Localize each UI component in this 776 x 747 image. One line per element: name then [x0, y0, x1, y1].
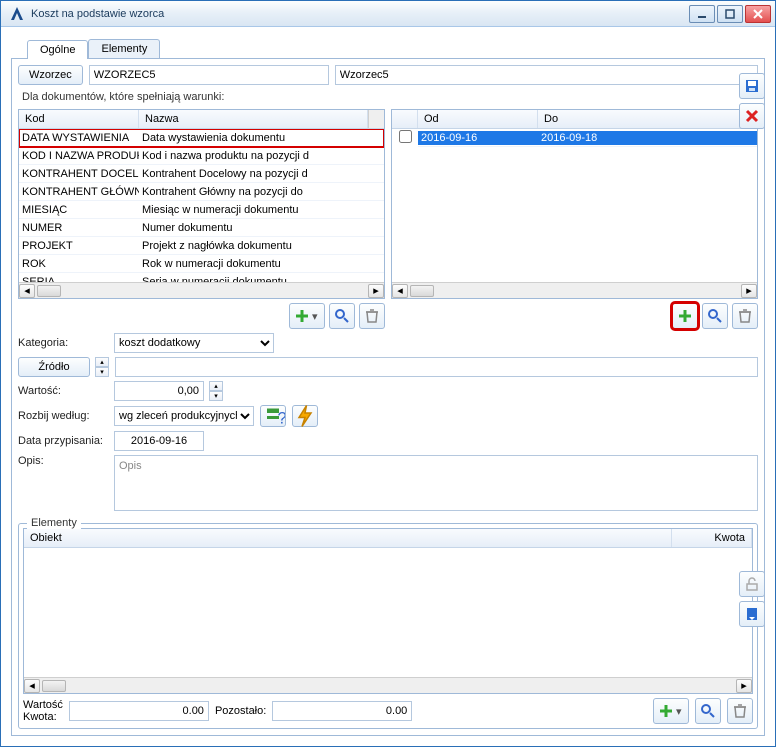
elements-title: Elementy [27, 517, 81, 529]
left-add-button[interactable]: ▾ [289, 303, 325, 329]
tab-pane: Wzorzec Dla dokumentów, które spełniają … [11, 59, 765, 736]
table-row[interactable]: ROKRok w numeracji dokumentu [19, 255, 384, 273]
zrodlo-up[interactable]: ▴ [95, 357, 109, 367]
data-przyp-label: Data przypisania: [18, 435, 108, 447]
kategoria-label: Kategoria: [18, 337, 108, 349]
table-row[interactable]: SERIASeria w numeracji dokumentu [19, 273, 384, 282]
table-row[interactable]: KONTRAHENT GŁÓWNYKontrahent Główny na po… [19, 183, 384, 201]
table-row[interactable]: NUMERNumer dokumentu [19, 219, 384, 237]
wzorzec-code-input[interactable] [89, 65, 329, 85]
footer-pozostalo-input[interactable] [272, 701, 412, 721]
left-col-nazwa[interactable]: Nazwa [139, 110, 368, 128]
right-hscroll[interactable]: ◂▸ [392, 282, 757, 298]
footer-kwota-label: Kwota: [23, 711, 63, 723]
zrodlo-input[interactable] [115, 357, 758, 377]
left-col-kod[interactable]: Kod [19, 110, 139, 128]
opis-label: Opis: [18, 455, 108, 467]
kategoria-combo[interactable]: koszt dodatkowy [114, 333, 274, 353]
left-search-button[interactable] [329, 303, 355, 329]
svg-text:?: ? [278, 410, 286, 428]
wartosc-up[interactable]: ▴ [209, 381, 223, 391]
wartosc-down[interactable]: ▾ [209, 391, 223, 401]
right-delete-button[interactable] [732, 303, 758, 329]
table-row[interactable]: MIESIĄCMiesiąc w numeracji dokumentu [19, 201, 384, 219]
side-save-button[interactable] [739, 73, 765, 99]
right-grid-header: Od Do [392, 110, 757, 129]
right-grid-body[interactable]: 2016-09-162016-09-18 [392, 129, 757, 282]
doc-filter-label: Dla dokumentów, które spełniają warunki: [22, 91, 758, 103]
table-row[interactable]: KONTRAHENT DOCELOWKontrahent Docelowy na… [19, 165, 384, 183]
table-row[interactable]: KOD I NAZWA PRODUKTKod i nazwa produktu … [19, 147, 384, 165]
titlebar: Koszt na podstawie wzorca [1, 1, 775, 27]
app-icon [9, 6, 25, 22]
wartosc-input[interactable] [114, 381, 204, 401]
table-row[interactable]: PROJEKTProjekt z nagłówka dokumentu [19, 237, 384, 255]
zrodlo-button[interactable]: Źródło [18, 357, 90, 377]
wzorzec-name-input[interactable] [335, 65, 758, 85]
rozbij-help-button[interactable]: ? [260, 405, 286, 427]
footer-wartosc-label: Wartość [23, 699, 63, 711]
side-tag-button[interactable] [739, 601, 765, 627]
side-cancel-button[interactable] [739, 103, 765, 129]
wartosc-label: Wartość: [18, 385, 108, 397]
left-grid-body[interactable]: DATA WYSTAWIENIAData wystawienia dokumen… [19, 129, 384, 282]
left-delete-button[interactable] [359, 303, 385, 329]
close-button[interactable] [745, 5, 771, 23]
rozbij-action-button[interactable] [292, 405, 318, 427]
tab-ogolne[interactable]: Ogólne [27, 40, 88, 59]
right-search-button[interactable] [702, 303, 728, 329]
data-przyp-input[interactable] [114, 431, 204, 451]
elements-delete-button[interactable] [727, 698, 753, 724]
rozbij-label: Rozbij według: [18, 410, 108, 422]
elements-col-kwota[interactable]: Kwota [672, 529, 752, 547]
elements-search-button[interactable] [695, 698, 721, 724]
window-title: Koszt na podstawie wzorca [31, 8, 689, 20]
right-col-do[interactable]: Do [538, 110, 757, 128]
tab-elementy[interactable]: Elementy [88, 39, 160, 58]
table-row[interactable]: DATA WYSTAWIENIAData wystawienia dokumen… [19, 129, 384, 147]
footer-kwota-input[interactable] [69, 701, 209, 721]
table-row[interactable]: 2016-09-162016-09-18 [392, 129, 757, 147]
footer-pozostalo-label: Pozostało: [215, 705, 266, 717]
zrodlo-down[interactable]: ▾ [95, 367, 109, 377]
right-col-od[interactable]: Od [418, 110, 538, 128]
tab-bar: Ogólne Elementy [11, 37, 765, 59]
elements-grid-body[interactable] [24, 548, 752, 677]
wzorzec-button[interactable]: Wzorzec [18, 65, 83, 85]
side-lock-button[interactable] [739, 571, 765, 597]
left-hscroll[interactable]: ◂▸ [19, 282, 384, 298]
rozbij-combo[interactable]: wg zleceń produkcyjnych [114, 406, 254, 426]
maximize-button[interactable] [717, 5, 743, 23]
elements-col-obiekt[interactable]: Obiekt [24, 529, 672, 547]
elements-hscroll[interactable]: ◂▸ [24, 677, 752, 693]
elements-add-button[interactable]: ▾ [653, 698, 689, 724]
minimize-button[interactable] [689, 5, 715, 23]
left-grid-header: Kod Nazwa [19, 110, 384, 129]
right-add-button[interactable] [672, 303, 698, 329]
opis-textarea[interactable]: Opis [114, 455, 758, 511]
